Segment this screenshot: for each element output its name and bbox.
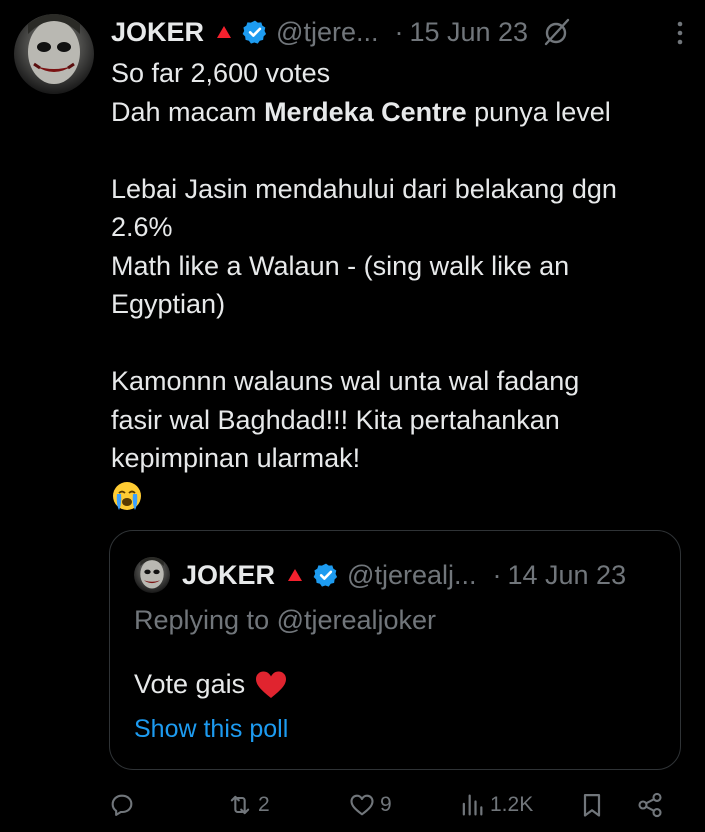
tweet-line: So far 2,600 votes (111, 58, 331, 88)
tweet-header: JOKER @tjere... · 15 Jun 23 (111, 14, 685, 50)
quoted-tweet-card[interactable]: JOKER @tjerealj... · 14 Jun 23 Replying … (109, 530, 681, 770)
tweet-action-bar: 2 9 1.2K (108, 786, 668, 824)
share-button[interactable] (636, 786, 664, 824)
retweet-icon (230, 795, 250, 815)
replying-to-text: Replying to @tjerealjoker (134, 605, 437, 635)
retweet-count: 2 (258, 793, 270, 816)
quoted-text: Vote gais (134, 669, 246, 699)
retweet-button[interactable]: 2 (226, 786, 270, 824)
quoted-author-name: JOKER (182, 559, 276, 590)
tweet-line: Math like a Walaun - (sing walk like an (111, 250, 570, 281)
tweet-line: Kamonnn walauns wal unta wal fadang (111, 366, 580, 396)
views-chart-icon (462, 794, 483, 816)
share-icon (638, 792, 662, 818)
more-options-icon[interactable] (675, 20, 685, 46)
quoted-author-avatar (134, 557, 170, 593)
like-count: 9 (380, 793, 392, 816)
show-poll-link[interactable]: Show this poll (134, 715, 288, 744)
like-button[interactable]: 9 (348, 786, 392, 824)
tweet-line: kepimpinan ularmak! (111, 443, 361, 473)
tweet-line: fasir wal Baghdad!!! Kita pertahankan (111, 404, 560, 435)
tweet-line: Dah macam (111, 96, 265, 127)
joker-face-image (28, 14, 80, 84)
separator-dot: · (492, 559, 502, 590)
quoted-author-handle: @tjerealj... (347, 559, 477, 590)
verified-badge-icon (242, 20, 267, 44)
author-avatar[interactable] (14, 14, 94, 94)
views-count: 1.2K (490, 793, 534, 816)
author-name[interactable]: JOKER (111, 17, 204, 48)
separator-dot: · (394, 16, 404, 47)
grok-icon[interactable] (542, 17, 572, 47)
reply-button[interactable] (108, 786, 140, 824)
reply-icon (111, 794, 133, 816)
views-button[interactable]: 1.2K (458, 786, 533, 824)
red-heart-emoji-icon (256, 671, 287, 698)
quoted-tweet-header: JOKER @tjerealj... · 14 Jun 23 (134, 555, 662, 595)
tweet-text: So far 2,600 votes Dah macam Merdeka Cen… (111, 54, 686, 516)
quoted-tweet-text: Vote gais (134, 669, 287, 700)
tweet-line: Egyptian) (111, 289, 226, 319)
quoted-tweet-date: 14 Jun 23 (507, 559, 627, 590)
bookmark-button[interactable] (578, 786, 606, 824)
tweet-line: 2.6% (111, 212, 173, 242)
heart-outline-icon (350, 794, 374, 816)
verified-badge-icon (313, 563, 338, 587)
joker-face-image (140, 557, 164, 589)
tweet-bold-text: Merdeka Centre (264, 96, 467, 127)
tweet-line: punya level (466, 96, 611, 127)
red-triangle-icon (217, 26, 232, 38)
author-handle[interactable]: @tjere... (276, 17, 378, 48)
red-triangle-icon (288, 569, 303, 581)
tweet-date[interactable]: 15 Jun 23 (409, 17, 528, 48)
tweet-line: Lebai Jasin mendahului dari belakang dgn (111, 173, 617, 204)
crying-face-emoji-icon (113, 481, 141, 510)
bookmark-icon (583, 793, 601, 817)
